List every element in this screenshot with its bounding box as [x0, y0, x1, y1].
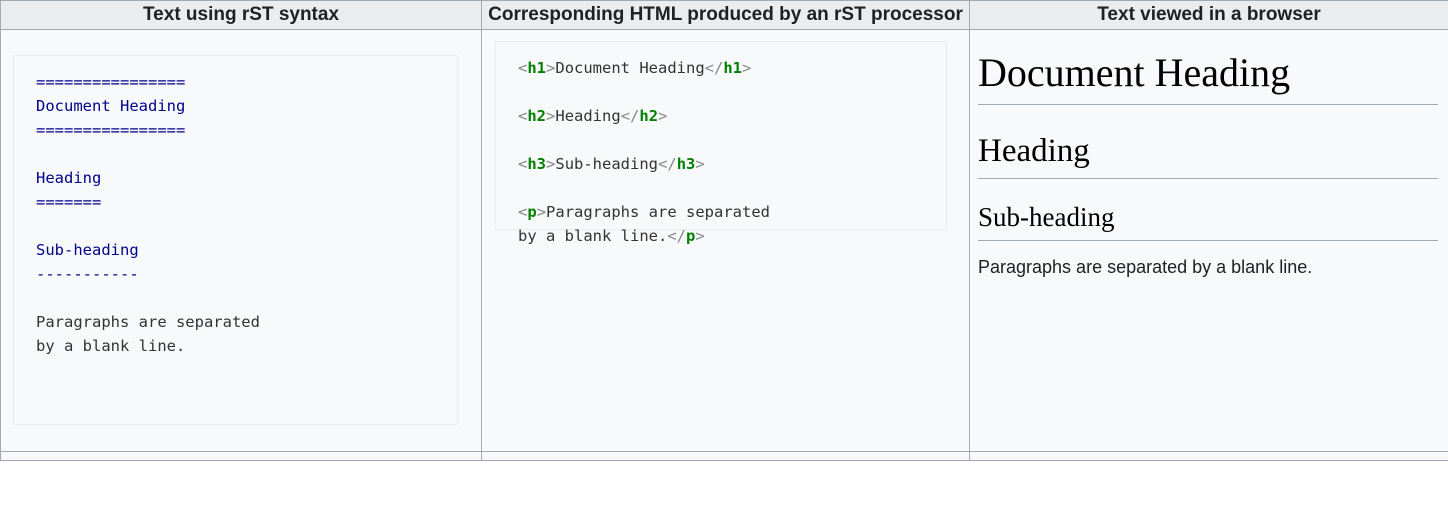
rst-h2-underline: =======	[36, 193, 102, 212]
rendered-h3: Sub-heading	[978, 201, 1438, 241]
cell-browser-render: Document Heading Heading Sub-heading Par…	[969, 28, 1448, 452]
column-header-browser-view: Text viewed in a browser	[969, 0, 1448, 30]
rst-doc-title: Document Heading	[36, 97, 186, 116]
cell-next-html	[481, 450, 970, 461]
h3-open-bracket-close: >	[546, 154, 556, 173]
table-body: ================ Document Heading ======…	[0, 28, 1448, 461]
h1-close-tag-name: h1	[723, 58, 743, 77]
h3-open-bracket: <	[518, 154, 528, 173]
rst-h2-title: Heading	[36, 169, 102, 188]
p-close-bracket: </	[667, 226, 686, 245]
h1-open-bracket: <	[518, 58, 528, 77]
h2-close-tag-name: h2	[639, 106, 659, 125]
table-row: ================ Document Heading ======…	[0, 28, 1448, 452]
cell-rst-source: ================ Document Heading ======…	[0, 28, 482, 452]
p-open-bracket-close: >	[536, 202, 547, 221]
rst-cell-inner: ================ Document Heading ======…	[1, 30, 481, 451]
p-inner-text: Paragraphs are separated by a blank line…	[518, 202, 770, 245]
h2-open-tag-name: h2	[527, 106, 547, 125]
html-cell-inner: <h1>Document Heading</h1> <h2>Heading</h…	[482, 30, 969, 430]
table-header: Text using rST syntax Corresponding HTML…	[0, 0, 1448, 30]
html-code-block: <h1>Document Heading</h1> <h2>Heading</h…	[495, 40, 947, 245]
rst-h3-underline: -----------	[36, 265, 139, 284]
rendered-h1: Document Heading	[978, 48, 1438, 105]
h3-open-tag-name: h3	[527, 154, 547, 173]
h1-open-tag-name: h1	[527, 58, 547, 77]
cell-next-render	[969, 450, 1448, 461]
h1-inner-text: Document Heading	[555, 58, 705, 77]
cell-html-source: <h1>Document Heading</h1> <h2>Heading</h…	[481, 28, 970, 452]
h1-close-bracket-end: >	[742, 58, 752, 77]
rst-syntax-comparison-table: Text using rST syntax Corresponding HTML…	[0, 0, 1448, 461]
h3-close-tag-name: h3	[676, 154, 696, 173]
h3-close-bracket-end: >	[695, 154, 705, 173]
column-header-rst-syntax: Text using rST syntax	[0, 0, 482, 30]
h2-close-bracket-end: >	[658, 106, 668, 125]
h3-inner-text: Sub-heading	[555, 154, 659, 173]
p-close-tag-name: p	[685, 226, 696, 245]
p-open-bracket: <	[518, 202, 528, 221]
h3-close-bracket: </	[658, 154, 677, 173]
h2-close-bracket: </	[620, 106, 640, 125]
h1-close-bracket: </	[704, 58, 724, 77]
rendered-paragraph: Paragraphs are separated by a blank line…	[978, 256, 1313, 277]
h2-open-bracket: <	[518, 106, 528, 125]
h2-open-bracket-close: >	[546, 106, 556, 125]
rst-code-block: ================ Document Heading ======…	[13, 55, 458, 426]
h2-inner-text: Heading	[555, 106, 621, 125]
header-row: Text using rST syntax Corresponding HTML…	[0, 0, 1448, 30]
rst-paragraph-line-2: by a blank line.	[36, 337, 186, 356]
p-close-bracket-end: >	[695, 226, 705, 245]
rst-h3-title: Sub-heading	[36, 241, 139, 260]
rst-paragraph-line-1: Paragraphs are separated	[36, 313, 260, 332]
table-row-next-partial	[0, 450, 1448, 461]
p-open-tag-name: p	[527, 202, 537, 221]
cell-next-rst	[0, 450, 482, 461]
column-header-html-output: Corresponding HTML produced by an rST pr…	[481, 0, 970, 30]
rst-doc-overline: ================	[36, 73, 186, 92]
rendered-h2: Heading	[978, 131, 1438, 179]
render-cell-inner: Document Heading Heading Sub-heading Par…	[970, 30, 1448, 430]
rst-doc-underline: ================	[36, 121, 186, 140]
h1-open-bracket-close: >	[546, 58, 556, 77]
